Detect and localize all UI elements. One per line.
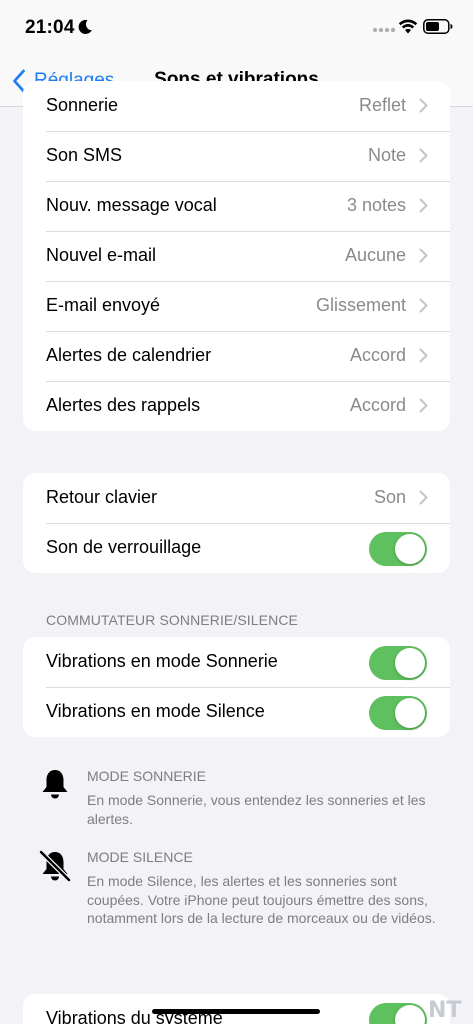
row-value: Reflet xyxy=(358,95,406,115)
chevron-right-icon xyxy=(419,348,428,363)
row-email-envoye[interactable]: E-mail envoyé Glissement xyxy=(23,281,450,331)
ring-vibrate-toggle[interactable] xyxy=(369,646,427,680)
row-label: Son SMS xyxy=(46,145,123,165)
chevron-right-icon xyxy=(419,198,428,213)
row-label: Sonnerie xyxy=(46,95,119,115)
chevron-right-icon xyxy=(419,98,428,113)
chevron-right-icon xyxy=(419,490,428,505)
silent-vibrate-toggle[interactable] xyxy=(369,696,427,730)
row-nouvel-email[interactable]: Nouvel e-mail Aucune xyxy=(23,231,450,281)
row-vibrations-silence: Vibrations en mode Silence xyxy=(23,687,450,737)
sounds-group: Sonnerie Reflet Son SMS Note Nouv. messa… xyxy=(23,81,450,431)
row-value: Glissement xyxy=(315,295,406,315)
chevron-right-icon xyxy=(419,398,428,413)
row-retour-clavier[interactable]: Retour clavier Son xyxy=(23,473,450,523)
toggle-knob xyxy=(395,698,425,728)
row-value: Aucune xyxy=(344,245,406,265)
wifi-icon xyxy=(398,19,418,34)
row-value: Accord xyxy=(349,345,406,365)
watermark-logo: NT xyxy=(428,998,462,1023)
row-son-sms[interactable]: Son SMS Note xyxy=(23,131,450,181)
moon-icon xyxy=(78,19,92,34)
chevron-right-icon xyxy=(419,248,428,263)
row-label: Retour clavier xyxy=(46,487,158,507)
system-haptics-toggle[interactable] xyxy=(369,1003,427,1024)
row-value: Accord xyxy=(349,395,406,415)
info-ring-title: MODE SONNERIE xyxy=(87,768,207,784)
bell-slash-icon xyxy=(38,849,72,883)
lock-sound-toggle[interactable] xyxy=(369,532,427,566)
keyboard-lock-group: Retour clavier Son Son de verrouillage xyxy=(23,473,450,573)
row-label: Son de verrouillage xyxy=(46,537,202,557)
row-sonnerie[interactable]: Sonnerie Reflet xyxy=(23,81,450,131)
info-ring-text: En mode Sonnerie, vous entendez les sonn… xyxy=(87,792,426,827)
row-label: Vibrations en mode Sonnerie xyxy=(46,651,278,671)
chevron-right-icon xyxy=(419,298,428,313)
info-silent-title: MODE SILENCE xyxy=(87,849,193,865)
status-bar: 21:04 xyxy=(0,0,473,56)
row-label: Nouv. message vocal xyxy=(46,195,217,215)
signal-dots-icon xyxy=(372,27,396,33)
status-time: 21:04 xyxy=(25,17,75,38)
chevron-right-icon xyxy=(419,148,428,163)
row-value: Son xyxy=(373,487,406,507)
row-alertes-calendrier[interactable]: Alertes de calendrier Accord xyxy=(23,331,450,381)
row-message-vocal[interactable]: Nouv. message vocal 3 notes xyxy=(23,181,450,231)
row-alertes-rappels[interactable]: Alertes des rappels Accord xyxy=(23,381,450,431)
row-label: Vibrations en mode Silence xyxy=(46,701,265,721)
bell-icon xyxy=(42,770,68,799)
battery-icon xyxy=(423,19,453,34)
section-header-commutateur: COMMUTATEUR SONNERIE/SILENCE xyxy=(46,612,298,628)
row-son-verrouillage: Son de verrouillage xyxy=(23,523,450,573)
row-value: 3 notes xyxy=(346,195,406,215)
home-indicator xyxy=(152,1009,320,1014)
row-label: Alertes de calendrier xyxy=(46,345,212,365)
ring-silent-group: Vibrations en mode Sonnerie Vibrations e… xyxy=(23,637,450,737)
row-label: E-mail envoyé xyxy=(46,295,161,315)
row-label: Nouvel e-mail xyxy=(46,245,157,265)
row-value: Note xyxy=(367,145,406,165)
toggle-knob xyxy=(395,1005,425,1024)
row-label: Alertes des rappels xyxy=(46,395,201,415)
toggle-knob xyxy=(395,648,425,678)
toggle-knob xyxy=(395,534,425,564)
row-vibrations-sonnerie: Vibrations en mode Sonnerie xyxy=(23,637,450,687)
info-silent-text: En mode Silence, les alertes et les sonn… xyxy=(87,873,436,926)
